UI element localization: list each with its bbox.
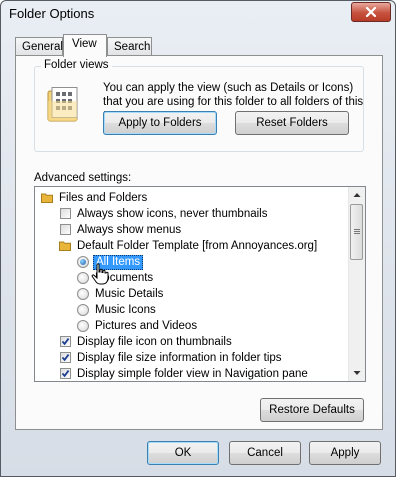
folder-views-legend: Folder views <box>41 59 112 71</box>
window-title: Folder Options <box>9 6 95 21</box>
ok-button[interactable]: OK <box>147 441 219 465</box>
apply-to-folders-button[interactable]: Apply to Folders <box>103 111 217 135</box>
vertical-scrollbar[interactable] <box>348 187 365 381</box>
scroll-up-arrow-icon[interactable] <box>349 188 365 202</box>
advanced-settings-tree[interactable]: Files and Folders Always show icons, nev… <box>34 186 366 382</box>
title-bar[interactable]: Folder Options <box>1 1 395 28</box>
tree-item-label: Default Folder Template [from Annoyances… <box>77 240 318 252</box>
restore-defaults-button[interactable]: Restore Defaults <box>260 398 364 422</box>
scrollbar-thumb[interactable] <box>350 204 363 260</box>
checkbox[interactable] <box>60 208 71 219</box>
tab-general[interactable]: General <box>15 37 63 55</box>
reset-folders-button[interactable]: Reset Folders <box>235 111 349 135</box>
radio-label: Pictures and Videos <box>95 320 198 332</box>
setting-label: Display file size information in folder … <box>77 352 282 364</box>
checkbox[interactable] <box>60 368 71 379</box>
cancel-button[interactable]: Cancel <box>229 441 301 465</box>
checkmark-icon <box>61 370 70 378</box>
radio-button[interactable] <box>77 320 89 332</box>
setting-label: Always show menus <box>77 224 182 236</box>
view-tab-panel: Folder views You can apply the view (suc… <box>15 55 383 430</box>
advanced-settings-label: Advanced settings: <box>34 172 132 184</box>
folder-icon <box>41 193 53 203</box>
scroll-down-arrow-icon[interactable] <box>349 366 365 380</box>
tab-search[interactable]: Search <box>107 37 152 55</box>
setting-label: Always show icons, never thumbnails <box>77 208 268 220</box>
radio-button[interactable] <box>77 304 89 316</box>
radio-button[interactable] <box>77 256 89 268</box>
checkbox[interactable] <box>60 336 71 347</box>
hand-cursor-icon <box>91 263 109 285</box>
tree-item-label: Files and Folders <box>59 192 148 204</box>
folder-options-window: Folder Options General View Search Folde… <box>0 0 396 477</box>
checkmark-icon <box>61 338 70 346</box>
setting-label: Display file icon on thumbnails <box>77 336 232 348</box>
checkmark-icon <box>61 354 70 362</box>
checkbox[interactable] <box>60 224 71 235</box>
close-button[interactable] <box>351 2 391 22</box>
setting-label: Display simple folder view in Navigation… <box>77 368 308 380</box>
radio-button[interactable] <box>77 288 89 300</box>
folder-views-icon <box>47 87 78 122</box>
close-icon <box>365 7 377 17</box>
radio-label: Music Icons <box>95 304 156 316</box>
folder-icon <box>59 241 71 251</box>
tab-view[interactable]: View <box>63 34 107 57</box>
apply-button[interactable]: Apply <box>309 441 381 465</box>
checkbox[interactable] <box>60 352 71 363</box>
folder-views-group: Folder views You can apply the view (suc… <box>34 59 364 152</box>
radio-button[interactable] <box>77 272 89 284</box>
radio-label: Music Details <box>95 288 164 300</box>
